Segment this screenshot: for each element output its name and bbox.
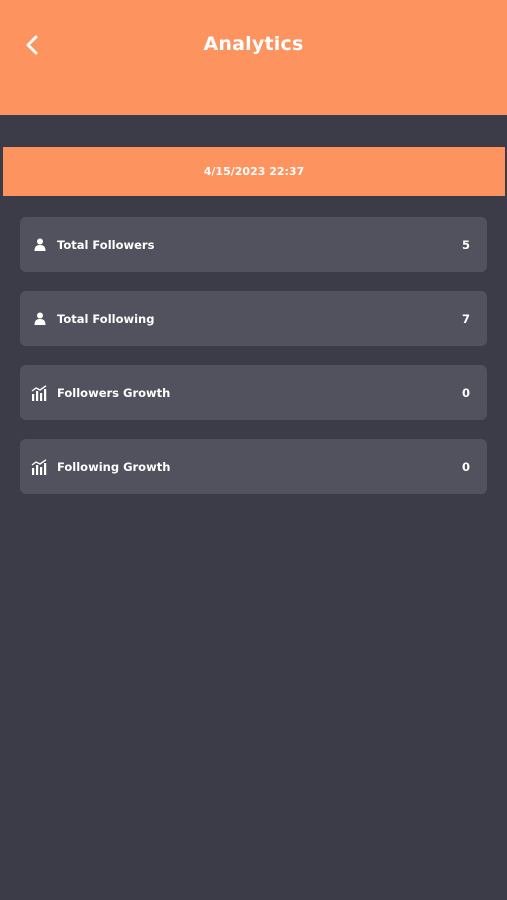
stat-card-following-growth[interactable]: Following Growth 0 — [20, 439, 487, 494]
stat-label: Total Followers — [57, 237, 155, 252]
stat-value: 0 — [461, 385, 470, 400]
stat-card-total-following[interactable]: Total Following 7 — [20, 291, 487, 346]
person-icon — [31, 310, 49, 328]
page-title: Analytics — [203, 33, 304, 55]
app-header: Analytics — [0, 0, 507, 115]
stat-card-total-followers[interactable]: Total Followers 5 — [20, 217, 487, 272]
bar-chart-icon — [31, 458, 49, 476]
stat-label: Following Growth — [57, 459, 171, 474]
person-icon — [31, 236, 49, 254]
stat-label: Total Following — [57, 311, 155, 326]
date-banner: 4/15/2023 22:37 — [3, 147, 505, 196]
stat-label: Followers Growth — [57, 385, 171, 400]
bar-chart-icon — [31, 384, 49, 402]
stat-value: 7 — [461, 311, 470, 326]
stat-card-followers-growth[interactable]: Followers Growth 0 — [20, 365, 487, 420]
stat-value: 5 — [461, 237, 470, 252]
date-text: 4/15/2023 22:37 — [203, 165, 305, 178]
stat-value: 0 — [461, 459, 470, 474]
